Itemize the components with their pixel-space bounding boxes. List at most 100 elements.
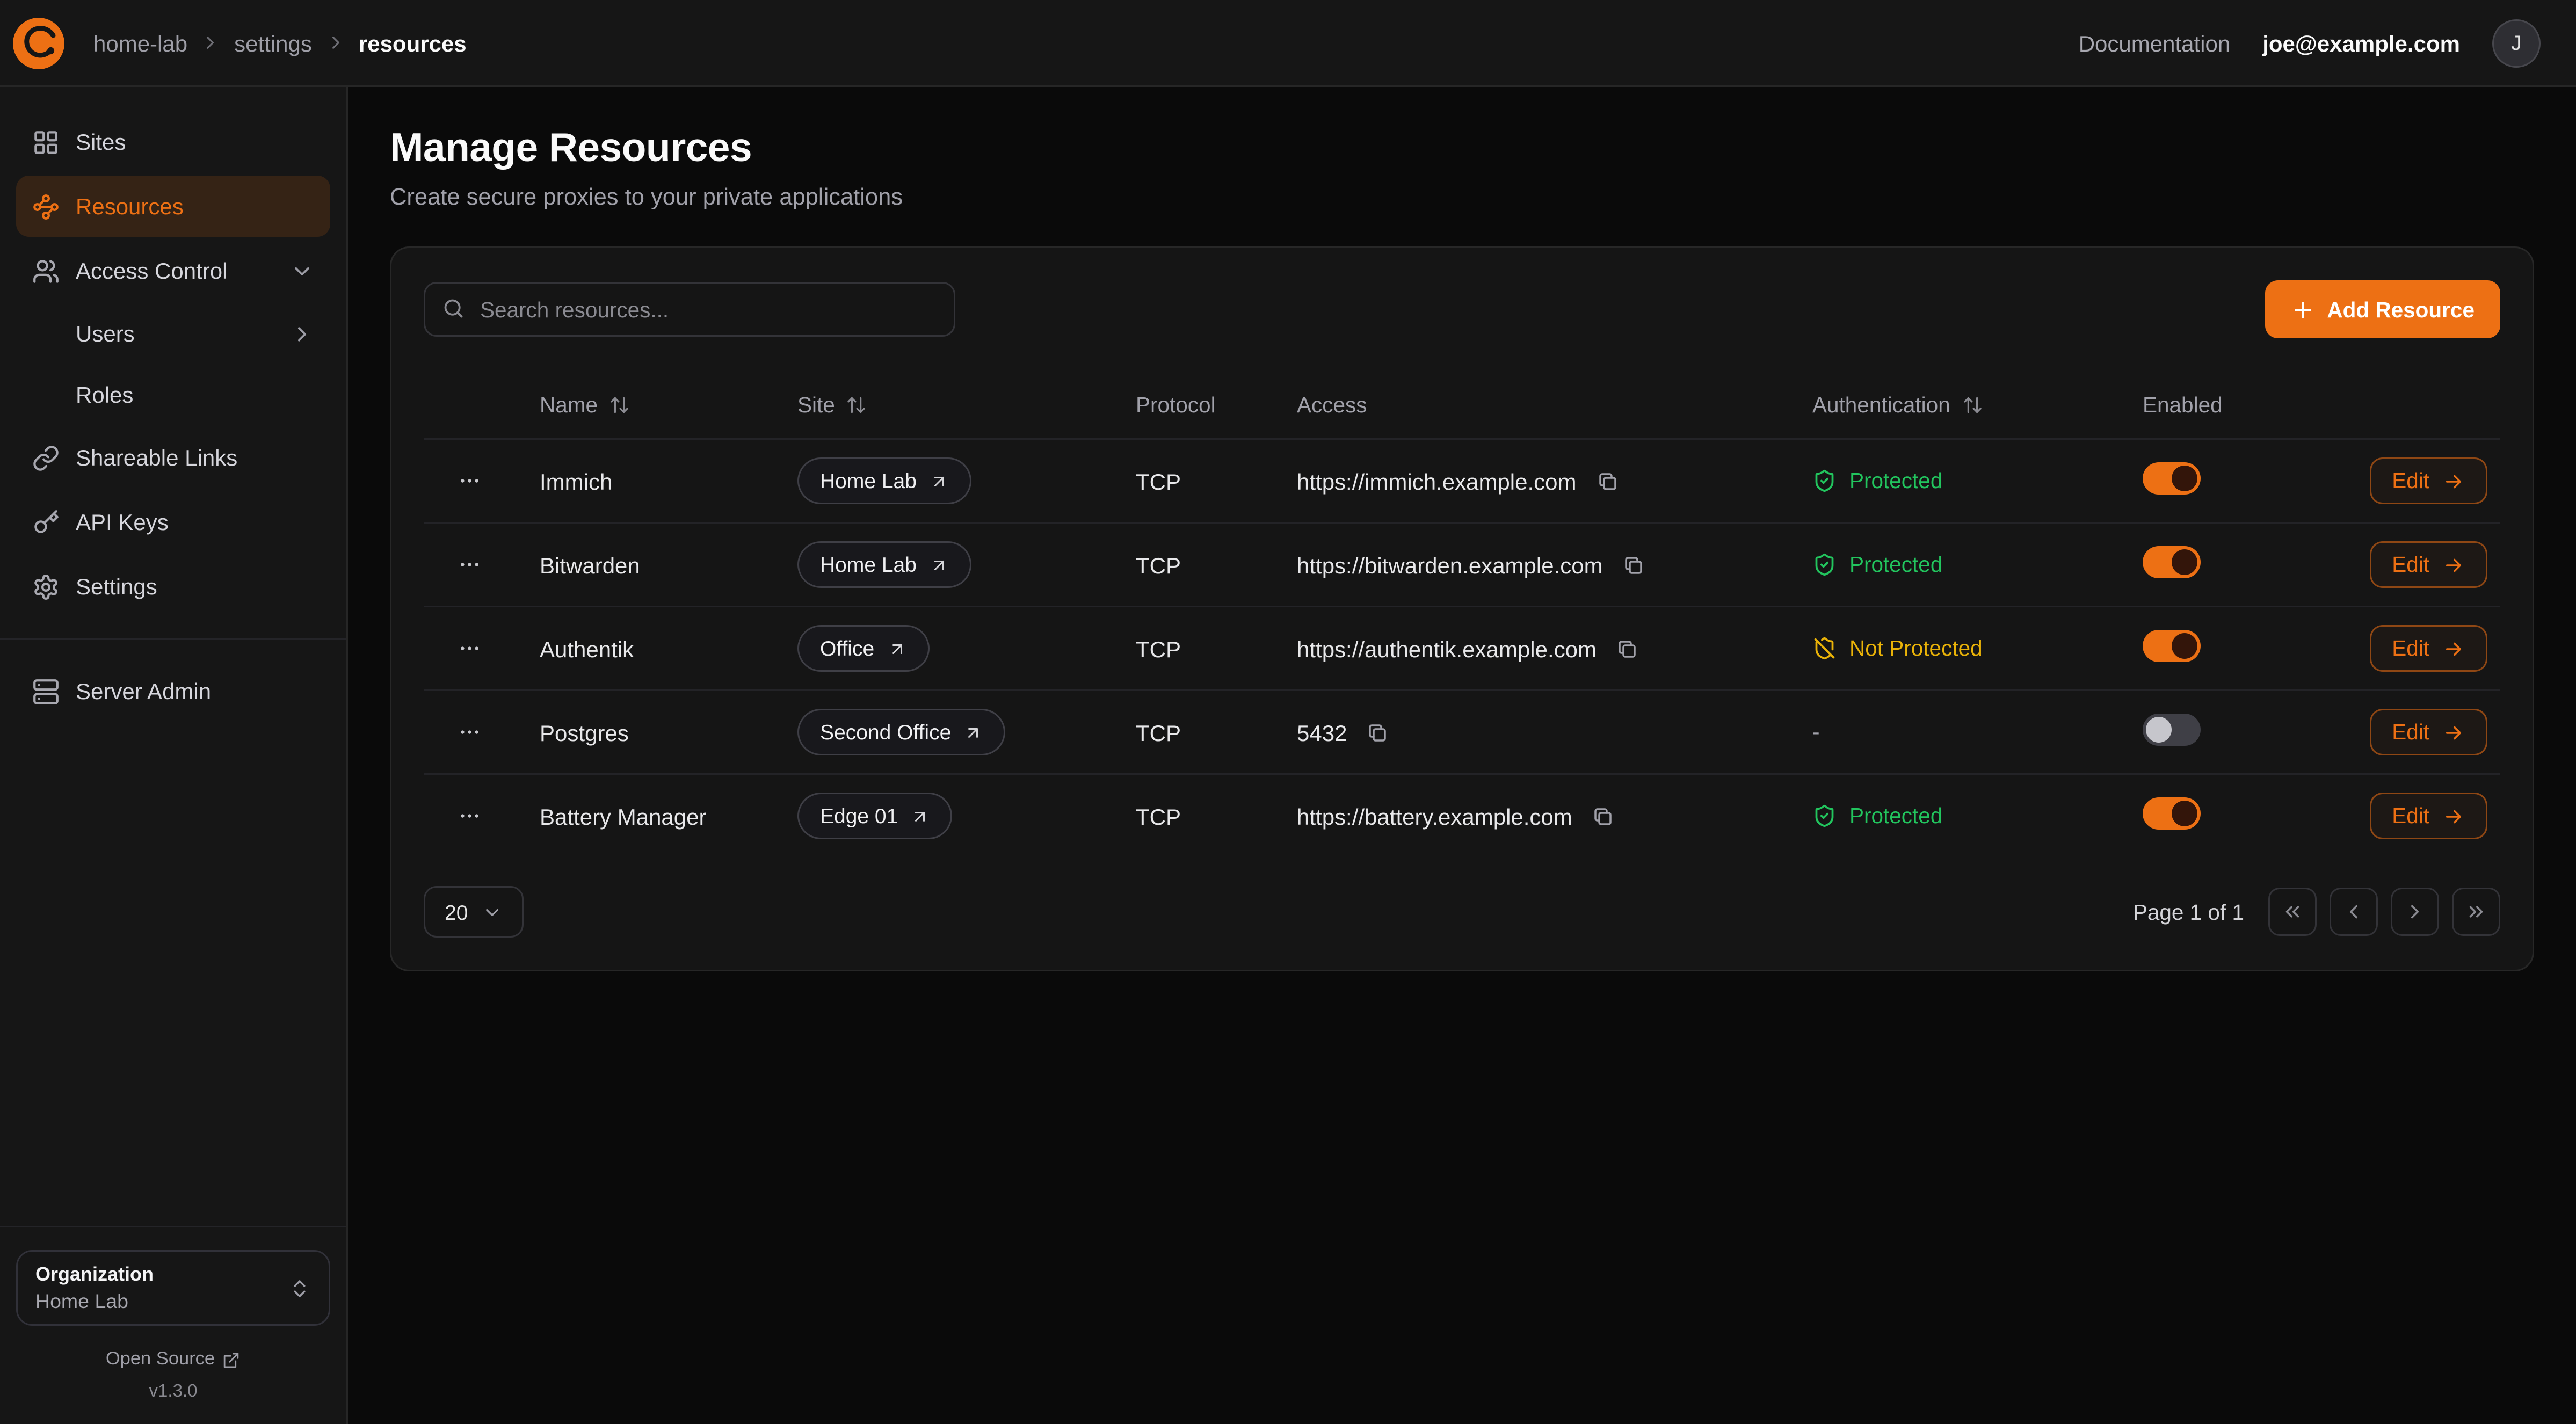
organization-selector[interactable]: Organization Home Lab	[16, 1250, 330, 1326]
sidebar-item-label: Sites	[76, 129, 126, 155]
resource-access: https://battery.example.com	[1297, 803, 1572, 829]
plus-icon	[2291, 297, 2316, 322]
breadcrumb-settings[interactable]: settings	[234, 30, 312, 56]
sidebar-item-label: Users	[76, 321, 135, 346]
sidebar-item-shareable-links[interactable]: Shareable Links	[16, 427, 330, 488]
resource-row: Battery Manager Edge 01 TCP https://batt…	[424, 773, 2500, 857]
enabled-toggle[interactable]	[2143, 546, 2201, 578]
copy-button[interactable]	[1613, 634, 1642, 663]
site-link[interactable]: Edge 01	[797, 793, 953, 839]
resource-protocol: TCP	[1136, 720, 1181, 745]
column-header-authentication[interactable]: Authentication	[1787, 393, 2117, 417]
edit-button[interactable]: Edit	[2369, 625, 2487, 672]
sidebar-item-access-control[interactable]: Access Control	[16, 240, 330, 301]
auth-status: Protected	[1812, 469, 2117, 493]
enabled-toggle[interactable]	[2143, 462, 2201, 495]
users-icon	[32, 257, 60, 285]
pagination: 20 Page 1 of 1	[424, 886, 2500, 938]
header-actions: Documentation joe@example.com J	[2079, 19, 2541, 67]
sidebar: Sites Resources Access Control Users Rol…	[0, 87, 348, 1424]
arrow-right-icon	[2442, 805, 2465, 827]
gear-icon	[32, 573, 60, 600]
breadcrumb-org[interactable]: home-lab	[93, 30, 187, 56]
sidebar-item-label: Server Admin	[76, 678, 211, 704]
sidebar-item-settings[interactable]: Settings	[16, 556, 330, 617]
arrow-right-icon	[2442, 721, 2465, 744]
documentation-link[interactable]: Documentation	[2079, 30, 2231, 56]
breadcrumb: home-lab settings resources	[93, 30, 467, 56]
table-toolbar: Add Resource	[424, 280, 2500, 338]
shield-off-icon	[1812, 636, 1837, 660]
app-root: home-lab settings resources Documentatio…	[0, 0, 2576, 1424]
prev-page-button[interactable]	[2330, 888, 2378, 936]
row-menu-button[interactable]	[451, 797, 488, 834]
sidebar-item-sites[interactable]: Sites	[16, 111, 330, 172]
enabled-toggle[interactable]	[2143, 797, 2201, 830]
search-field	[424, 282, 955, 337]
arrow-right-icon	[2442, 470, 2465, 492]
user-email[interactable]: joe@example.com	[2262, 30, 2460, 56]
ellipsis-icon	[457, 636, 481, 660]
arrow-up-right-icon	[930, 471, 949, 491]
column-header-site[interactable]: Site	[772, 393, 1110, 417]
ellipsis-icon	[457, 720, 481, 744]
chevron-right-icon	[2404, 900, 2426, 923]
pangolin-logo-icon[interactable]	[13, 17, 64, 69]
auth-status: Protected	[1812, 804, 2117, 828]
copy-icon	[1592, 805, 1614, 827]
sidebar-item-api-keys[interactable]: API Keys	[16, 491, 330, 553]
sidebar-divider	[0, 638, 346, 640]
top-bar: home-lab settings resources Documentatio…	[0, 0, 2576, 87]
last-page-button[interactable]	[2452, 888, 2500, 936]
copy-icon	[1616, 637, 1638, 660]
site-link[interactable]: Second Office	[797, 709, 1006, 755]
edit-button[interactable]: Edit	[2369, 793, 2487, 839]
column-label: Enabled	[2143, 393, 2223, 417]
copy-button[interactable]	[1363, 718, 1392, 747]
search-input[interactable]	[424, 282, 955, 337]
first-page-button[interactable]	[2268, 888, 2317, 936]
row-menu-button[interactable]	[451, 630, 488, 667]
open-source-link[interactable]: Open Source	[16, 1350, 330, 1369]
copy-button[interactable]	[1619, 550, 1648, 579]
site-link[interactable]: Home Lab	[797, 457, 971, 504]
column-label: Access	[1297, 393, 1367, 417]
edit-label: Edit	[2392, 469, 2429, 493]
row-menu-button[interactable]	[451, 462, 488, 499]
resource-access: https://immich.example.com	[1297, 468, 1577, 494]
arrow-right-icon	[2442, 554, 2465, 576]
auth-label: Not Protected	[1849, 636, 1983, 660]
copy-button[interactable]	[1593, 467, 1622, 496]
sidebar-item-users[interactable]: Users	[16, 304, 330, 362]
add-resource-button[interactable]: Add Resource	[2266, 280, 2500, 338]
user-avatar[interactable]: J	[2492, 19, 2541, 67]
row-menu-button[interactable]	[451, 546, 488, 583]
page-size-value: 20	[445, 900, 468, 924]
server-icon	[32, 678, 60, 705]
edit-button[interactable]: Edit	[2369, 709, 2487, 755]
enabled-toggle[interactable]	[2143, 714, 2201, 746]
sidebar-item-roles[interactable]: Roles	[16, 366, 330, 424]
edit-label: Edit	[2392, 636, 2429, 660]
waypoints-icon	[32, 193, 60, 220]
edit-label: Edit	[2392, 553, 2429, 577]
page-title: Manage Resources	[390, 126, 2534, 172]
edit-button[interactable]: Edit	[2369, 541, 2487, 588]
ellipsis-icon	[457, 469, 481, 493]
edit-button[interactable]: Edit	[2369, 457, 2487, 504]
resource-name: Bitwarden	[540, 552, 640, 578]
next-page-button[interactable]	[2391, 888, 2439, 936]
site-pill-label: Home Lab	[820, 469, 917, 493]
copy-button[interactable]	[1588, 802, 1617, 831]
row-menu-button[interactable]	[451, 714, 488, 751]
page-size-select[interactable]: 20	[424, 886, 524, 938]
resource-name: Postgres	[540, 720, 629, 745]
site-link[interactable]: Office	[797, 625, 929, 672]
enabled-toggle[interactable]	[2143, 630, 2201, 662]
resource-protocol: TCP	[1136, 803, 1181, 829]
column-header-name[interactable]: Name	[514, 393, 772, 417]
ellipsis-icon	[457, 553, 481, 577]
sidebar-item-resources[interactable]: Resources	[16, 176, 330, 237]
site-link[interactable]: Home Lab	[797, 541, 971, 588]
sidebar-item-server-admin[interactable]: Server Admin	[16, 660, 330, 722]
